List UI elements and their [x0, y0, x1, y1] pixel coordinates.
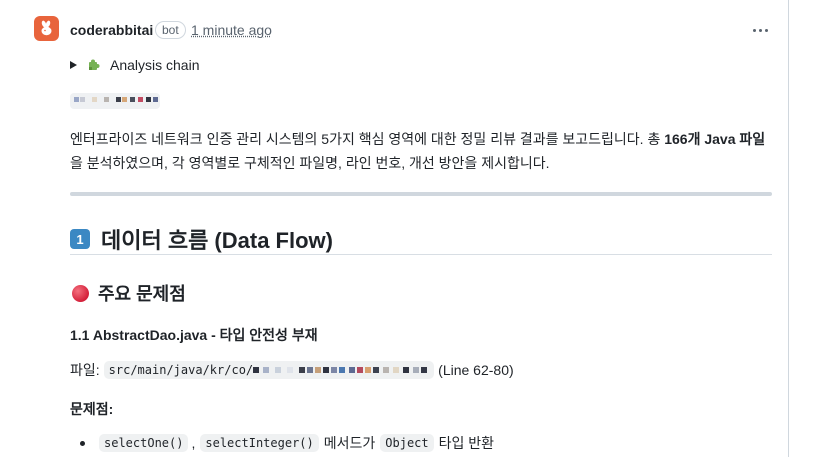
section-heading-data-flow: 1 데이터 흐름 (Data Flow) [70, 223, 333, 255]
issue-title: 1.1 AbstractDao.java - 타입 안전성 부재 [70, 327, 318, 343]
problem-label: 문제점: [70, 401, 114, 417]
file-count: 166개 Java 파일 [664, 131, 766, 147]
puzzle-piece-icon [89, 59, 100, 70]
author-name[interactable]: coderabbitai [70, 22, 153, 38]
file-reference: 파일: src/main/java/kr/co/ (Line 62-80) [70, 360, 514, 380]
subsection-heading: 주요 문제점 [72, 280, 186, 306]
file-label: 파일: [70, 362, 100, 378]
code-select-one: selectOne() [99, 434, 189, 452]
code-select-integer: selectInteger() [200, 434, 319, 452]
review-intro: 엔터프라이즈 네트워크 인증 관리 시스템의 5가지 핵심 영역에 대한 정밀 … [70, 131, 766, 171]
section-divider [70, 192, 772, 196]
comment-header: coderabbitai bot 1 minute ago [34, 16, 774, 46]
red-circle-icon [72, 284, 89, 302]
comment-timestamp[interactable]: 1 minute ago [191, 22, 272, 38]
analysis-chain-label: Analysis chain [110, 57, 200, 73]
section-title: 데이터 흐름 (Data Flow) [101, 228, 333, 253]
kebab-menu-icon[interactable] [746, 18, 774, 42]
keycap-one-icon: 1 [70, 229, 90, 249]
rabbit-icon [41, 20, 52, 36]
file-path-code: src/main/java/kr/co/ [103, 361, 435, 379]
analysis-chain-toggle[interactable]: Analysis chain [70, 56, 200, 74]
redacted-path [253, 364, 429, 377]
disclosure-triangle-icon [70, 61, 77, 69]
line-reference: (Line 62-80) [438, 362, 514, 378]
avatar[interactable] [34, 16, 59, 41]
heading-underline [70, 254, 772, 255]
redacted-text [70, 93, 160, 109]
timeline-rule [788, 0, 789, 457]
list-item: selectOne() , selectInteger() 메서드가 Objec… [80, 433, 497, 453]
bullet-dot [80, 440, 85, 446]
bot-badge: bot [155, 21, 186, 39]
subsection-title: 주요 문제점 [98, 284, 186, 304]
code-object: Object [380, 434, 434, 452]
